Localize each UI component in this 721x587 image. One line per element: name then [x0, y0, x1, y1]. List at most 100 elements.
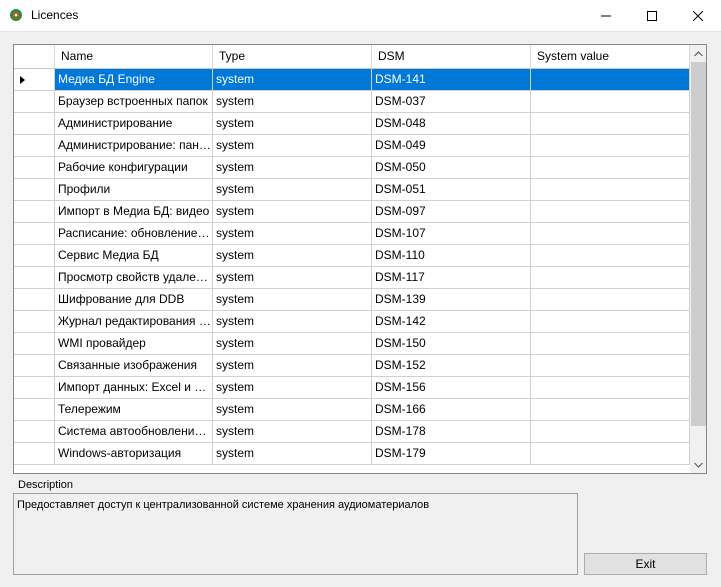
- cell-type[interactable]: system: [213, 245, 372, 267]
- cell-type[interactable]: system: [213, 289, 372, 311]
- cell-system-value[interactable]: [531, 289, 690, 311]
- cell-type[interactable]: system: [213, 135, 372, 157]
- table-row[interactable]: Администрирование system DSM-048: [14, 113, 690, 135]
- cell-type[interactable]: system: [213, 113, 372, 135]
- cell-name[interactable]: Импорт данных: Excel и CSV: [55, 377, 213, 399]
- row-header[interactable]: [14, 333, 55, 355]
- table-row[interactable]: Телережим system DSM-166: [14, 399, 690, 421]
- cell-system-value[interactable]: [531, 223, 690, 245]
- row-header[interactable]: [14, 157, 55, 179]
- scroll-down-button[interactable]: [690, 456, 706, 473]
- cell-type[interactable]: system: [213, 69, 372, 91]
- table-row[interactable]: Импорт данных: Excel и CSV system DSM-156: [14, 377, 690, 399]
- cell-system-value[interactable]: [531, 355, 690, 377]
- cell-name[interactable]: Просмотр свойств удаленн...: [55, 267, 213, 289]
- cell-name[interactable]: Расписание: обновление и...: [55, 223, 213, 245]
- cell-dsm[interactable]: DSM-117: [372, 267, 531, 289]
- cell-type[interactable]: system: [213, 311, 372, 333]
- cell-name[interactable]: Импорт в Медиа БД: видео: [55, 201, 213, 223]
- cell-type[interactable]: system: [213, 91, 372, 113]
- vertical-scrollbar[interactable]: [690, 45, 706, 473]
- table-row[interactable]: Шифрование для DDB system DSM-139: [14, 289, 690, 311]
- cell-name[interactable]: Администрирование: панел...: [55, 135, 213, 157]
- cell-system-value[interactable]: [531, 443, 690, 465]
- cell-type[interactable]: system: [213, 223, 372, 245]
- column-header-system-value[interactable]: System value: [531, 45, 690, 68]
- cell-name[interactable]: Связанные изображения: [55, 355, 213, 377]
- scroll-up-button[interactable]: [690, 45, 706, 62]
- row-header[interactable]: [14, 201, 55, 223]
- cell-type[interactable]: system: [213, 443, 372, 465]
- row-header[interactable]: [14, 289, 55, 311]
- table-row[interactable]: Windows-авторизация system DSM-179: [14, 443, 690, 465]
- cell-type[interactable]: system: [213, 421, 372, 443]
- cell-dsm[interactable]: DSM-141: [372, 69, 531, 91]
- table-row[interactable]: WMI провайдер system DSM-150: [14, 333, 690, 355]
- row-header[interactable]: [14, 311, 55, 333]
- table-row[interactable]: Браузер встроенных папок system DSM-037: [14, 91, 690, 113]
- table-row[interactable]: Медиа БД Engine system DSM-141: [14, 69, 690, 91]
- table-row[interactable]: Система автообновления ПО system DSM-178: [14, 421, 690, 443]
- cell-name[interactable]: Шифрование для DDB: [55, 289, 213, 311]
- cell-type[interactable]: system: [213, 333, 372, 355]
- row-header[interactable]: [14, 179, 55, 201]
- cell-dsm[interactable]: DSM-150: [372, 333, 531, 355]
- cell-type[interactable]: system: [213, 267, 372, 289]
- cell-dsm[interactable]: DSM-110: [372, 245, 531, 267]
- cell-system-value[interactable]: [531, 421, 690, 443]
- cell-dsm[interactable]: DSM-142: [372, 311, 531, 333]
- cell-system-value[interactable]: [531, 91, 690, 113]
- row-header[interactable]: [14, 399, 55, 421]
- cell-name[interactable]: Браузер встроенных папок: [55, 91, 213, 113]
- cell-system-value[interactable]: [531, 179, 690, 201]
- scroll-thumb[interactable]: [691, 62, 706, 426]
- cell-system-value[interactable]: [531, 201, 690, 223]
- row-header[interactable]: [14, 223, 55, 245]
- cell-name[interactable]: Профили: [55, 179, 213, 201]
- column-header-name[interactable]: Name: [55, 45, 213, 68]
- cell-dsm[interactable]: DSM-107: [372, 223, 531, 245]
- cell-system-value[interactable]: [531, 333, 690, 355]
- cell-name[interactable]: Медиа БД Engine: [55, 69, 213, 91]
- table-row[interactable]: Связанные изображения system DSM-152: [14, 355, 690, 377]
- cell-name[interactable]: WMI провайдер: [55, 333, 213, 355]
- cell-type[interactable]: system: [213, 377, 372, 399]
- cell-type[interactable]: system: [213, 399, 372, 421]
- cell-system-value[interactable]: [531, 377, 690, 399]
- table-row[interactable]: Профили system DSM-051: [14, 179, 690, 201]
- title-bar[interactable]: Licences: [0, 0, 721, 32]
- cell-system-value[interactable]: [531, 69, 690, 91]
- cell-system-value[interactable]: [531, 135, 690, 157]
- row-header[interactable]: [14, 355, 55, 377]
- table-row[interactable]: Сервис Медиа БД system DSM-110: [14, 245, 690, 267]
- cell-system-value[interactable]: [531, 157, 690, 179]
- cell-name[interactable]: Система автообновления ПО: [55, 421, 213, 443]
- cell-system-value[interactable]: [531, 399, 690, 421]
- cell-type[interactable]: system: [213, 157, 372, 179]
- table-row[interactable]: Расписание: обновление и... system DSM-107: [14, 223, 690, 245]
- minimize-button[interactable]: [583, 0, 629, 31]
- cell-system-value[interactable]: [531, 113, 690, 135]
- cell-dsm[interactable]: DSM-097: [372, 201, 531, 223]
- cell-name[interactable]: Журнал редактирования М...: [55, 311, 213, 333]
- cell-dsm[interactable]: DSM-050: [372, 157, 531, 179]
- cell-name[interactable]: Сервис Медиа БД: [55, 245, 213, 267]
- row-header[interactable]: [14, 91, 55, 113]
- table-row[interactable]: Просмотр свойств удаленн... system DSM-117: [14, 267, 690, 289]
- cell-system-value[interactable]: [531, 267, 690, 289]
- table-row[interactable]: Администрирование: панел... system DSM-049: [14, 135, 690, 157]
- cell-dsm[interactable]: DSM-139: [372, 289, 531, 311]
- cell-dsm[interactable]: DSM-051: [372, 179, 531, 201]
- cell-dsm[interactable]: DSM-166: [372, 399, 531, 421]
- table-row[interactable]: Журнал редактирования М... system DSM-142: [14, 311, 690, 333]
- cell-name[interactable]: Рабочие конфигурации: [55, 157, 213, 179]
- cell-dsm[interactable]: DSM-048: [372, 113, 531, 135]
- cell-name[interactable]: Windows-авторизация: [55, 443, 213, 465]
- cell-system-value[interactable]: [531, 245, 690, 267]
- column-header-type[interactable]: Type: [213, 45, 372, 68]
- licences-grid[interactable]: Name Type DSM System value Медиа БД Engi…: [13, 44, 707, 474]
- cell-system-value[interactable]: [531, 311, 690, 333]
- exit-button[interactable]: Exit: [584, 553, 707, 575]
- cell-type[interactable]: system: [213, 355, 372, 377]
- cell-dsm[interactable]: DSM-156: [372, 377, 531, 399]
